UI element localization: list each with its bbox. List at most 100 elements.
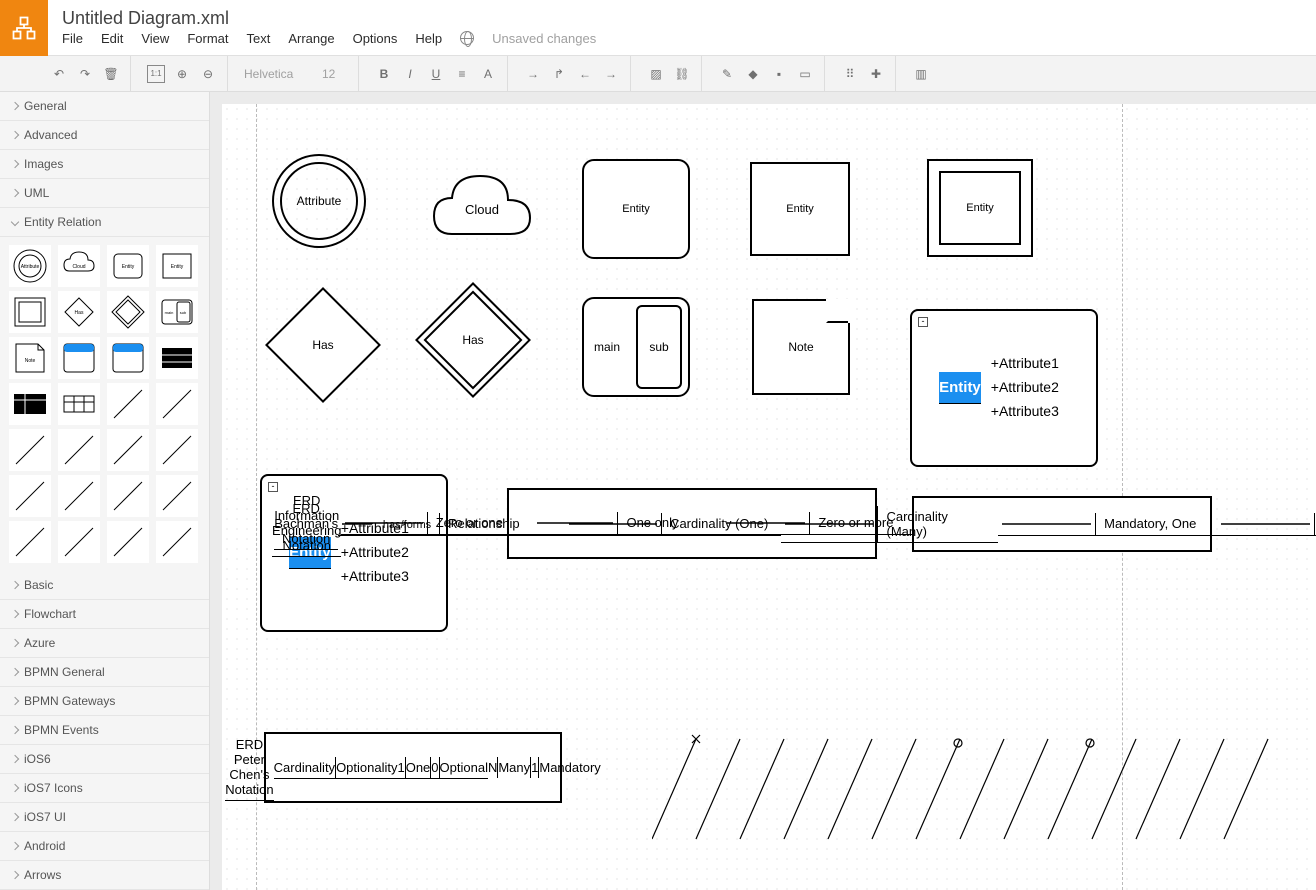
- shape-cloud[interactable]: Cloud: [427, 164, 537, 254]
- file-title[interactable]: Untitled Diagram.xml: [62, 4, 596, 31]
- delete-icon[interactable]: 🗑: [102, 65, 120, 83]
- menu-arrange[interactable]: Arrange: [288, 31, 334, 46]
- rect-icon[interactable]: ▭: [796, 65, 814, 83]
- pal-note[interactable]: Note: [9, 337, 51, 379]
- actual-size-icon[interactable]: 1:1: [147, 65, 165, 83]
- pencil-icon[interactable]: ✎: [718, 65, 736, 83]
- align-icon[interactable]: ≡: [453, 65, 471, 83]
- arrow2-icon[interactable]: ↱: [550, 65, 568, 83]
- pal-main-sub[interactable]: mainsub: [156, 291, 198, 333]
- layout-icon[interactable]: ▥: [912, 65, 930, 83]
- pal-line3[interactable]: [9, 429, 51, 471]
- pal-has-diamond2[interactable]: [107, 291, 149, 333]
- svg-text:Entity: Entity: [121, 264, 134, 270]
- menu-file[interactable]: File: [62, 31, 83, 46]
- shape-note[interactable]: Note: [752, 299, 850, 395]
- shape-attribute-circle[interactable]: Attribute: [272, 154, 366, 248]
- pal-line12[interactable]: [58, 521, 100, 563]
- pal-entity-frame[interactable]: [9, 291, 51, 333]
- pal-line10[interactable]: [156, 475, 198, 517]
- svg-text:has/forms: has/forms: [383, 519, 432, 531]
- pal-table2[interactable]: [9, 383, 51, 425]
- pal-attribute[interactable]: Attribute: [9, 245, 51, 287]
- shape-entity-card-1[interactable]: - Entity +Attribute1+Attribute2+Attribut…: [910, 309, 1098, 467]
- canvas[interactable]: Attribute Cloud Entity Entity Entity Has…: [210, 92, 1316, 890]
- sidebar-cat-bpmn-gw[interactable]: BPMN Gateways: [0, 687, 209, 716]
- bold-icon[interactable]: B: [375, 65, 393, 83]
- image-icon[interactable]: ▨: [647, 65, 665, 83]
- link-icon[interactable]: ⛓: [673, 65, 691, 83]
- pal-line1[interactable]: [107, 383, 149, 425]
- pal-line5[interactable]: [107, 429, 149, 471]
- pal-has-diamond[interactable]: Has: [58, 291, 100, 333]
- shape-has-diamond[interactable]: Has: [282, 304, 364, 386]
- pal-line14[interactable]: [156, 521, 198, 563]
- shape-entity-rrect[interactable]: Entity: [582, 159, 690, 259]
- sidebar-cat-images[interactable]: Images: [0, 150, 209, 179]
- pal-table-dark[interactable]: [156, 337, 198, 379]
- shape-entity-frame[interactable]: Entity: [927, 159, 1033, 257]
- grid-plus-icon[interactable]: ✚: [867, 65, 885, 83]
- grid-dots-icon[interactable]: ⠿: [841, 65, 859, 83]
- sidebar-cat-arrows[interactable]: Arrows: [0, 861, 209, 890]
- pal-line13[interactable]: [107, 521, 149, 563]
- pal-line9[interactable]: [107, 475, 149, 517]
- zoom-out-icon[interactable]: ⊖: [199, 65, 217, 83]
- pal-entity-rect[interactable]: Entity: [156, 245, 198, 287]
- shape-has-diamond2[interactable]: Has: [432, 299, 514, 381]
- pal-line8[interactable]: [58, 475, 100, 517]
- sidebar-cat-entity[interactable]: Entity Relation: [0, 208, 209, 237]
- app-logo[interactable]: [0, 0, 48, 56]
- sidebar-cat-advanced[interactable]: Advanced: [0, 121, 209, 150]
- italic-icon[interactable]: I: [401, 65, 419, 83]
- arrow4-icon[interactable]: →: [602, 65, 620, 83]
- collapse-icon[interactable]: -: [918, 317, 928, 327]
- pal-line6[interactable]: [156, 429, 198, 471]
- pal-entity-rrect[interactable]: Entity: [107, 245, 149, 287]
- sidebar-cat-azure[interactable]: Azure: [0, 629, 209, 658]
- sidebar-cat-ios7u[interactable]: iOS7 UI: [0, 803, 209, 832]
- arrow3-icon[interactable]: ←: [576, 65, 594, 83]
- fill-icon[interactable]: ◆: [744, 65, 762, 83]
- menu-format[interactable]: Format: [187, 31, 228, 46]
- sidebar-cat-uml[interactable]: UML: [0, 179, 209, 208]
- svg-text:Attribute: Attribute: [20, 264, 39, 270]
- pal-cloud[interactable]: Cloud: [58, 245, 100, 287]
- sidebar-cat-basic[interactable]: Basic: [0, 571, 209, 600]
- erd-bachman-table[interactable]: ERD Bachman's Notation has/formsRelation…: [912, 496, 1212, 552]
- underline-icon[interactable]: U: [427, 65, 445, 83]
- arrow1-icon[interactable]: →: [524, 65, 542, 83]
- shape-main-sub[interactable]: main sub: [582, 297, 690, 397]
- erd-chen-table[interactable]: ERD Peter Chen's Notation CardinalityOpt…: [264, 732, 562, 803]
- zoom-in-icon[interactable]: ⊕: [173, 65, 191, 83]
- sidebar-cat-bpmn-ev[interactable]: BPMN Events: [0, 716, 209, 745]
- pal-line4[interactable]: [58, 429, 100, 471]
- shape-entity-rect[interactable]: Entity: [750, 162, 850, 256]
- connector-samples[interactable]: [652, 729, 1292, 849]
- sidebar-cat-ios6[interactable]: iOS6: [0, 745, 209, 774]
- pal-line11[interactable]: [9, 521, 51, 563]
- sidebar-cat-bpmn-gen[interactable]: BPMN General: [0, 658, 209, 687]
- menu-help[interactable]: Help: [415, 31, 442, 46]
- menu-view[interactable]: View: [141, 31, 169, 46]
- undo-icon[interactable]: ↶: [50, 65, 68, 83]
- svg-text:sub: sub: [179, 310, 186, 315]
- pal-line7[interactable]: [9, 475, 51, 517]
- sidebar-cat-ios7i[interactable]: iOS7 Icons: [0, 774, 209, 803]
- menu-text[interactable]: Text: [246, 31, 270, 46]
- pal-line2[interactable]: [156, 383, 198, 425]
- pal-entity-card1[interactable]: [58, 337, 100, 379]
- menu-options[interactable]: Options: [353, 31, 398, 46]
- shadow-icon[interactable]: ▪: [770, 65, 788, 83]
- pal-table3[interactable]: [58, 383, 100, 425]
- sidebar-cat-android[interactable]: Android: [0, 832, 209, 861]
- sidebar-cat-general[interactable]: General: [0, 92, 209, 121]
- menu-edit[interactable]: Edit: [101, 31, 123, 46]
- font-size[interactable]: 12: [322, 67, 348, 81]
- font-selector[interactable]: Helvetica: [244, 67, 314, 81]
- language-icon[interactable]: [460, 31, 474, 45]
- sidebar-cat-flowchart[interactable]: Flowchart: [0, 600, 209, 629]
- fontcolor-icon[interactable]: A: [479, 65, 497, 83]
- pal-entity-card2[interactable]: [107, 337, 149, 379]
- redo-icon[interactable]: ↷: [76, 65, 94, 83]
